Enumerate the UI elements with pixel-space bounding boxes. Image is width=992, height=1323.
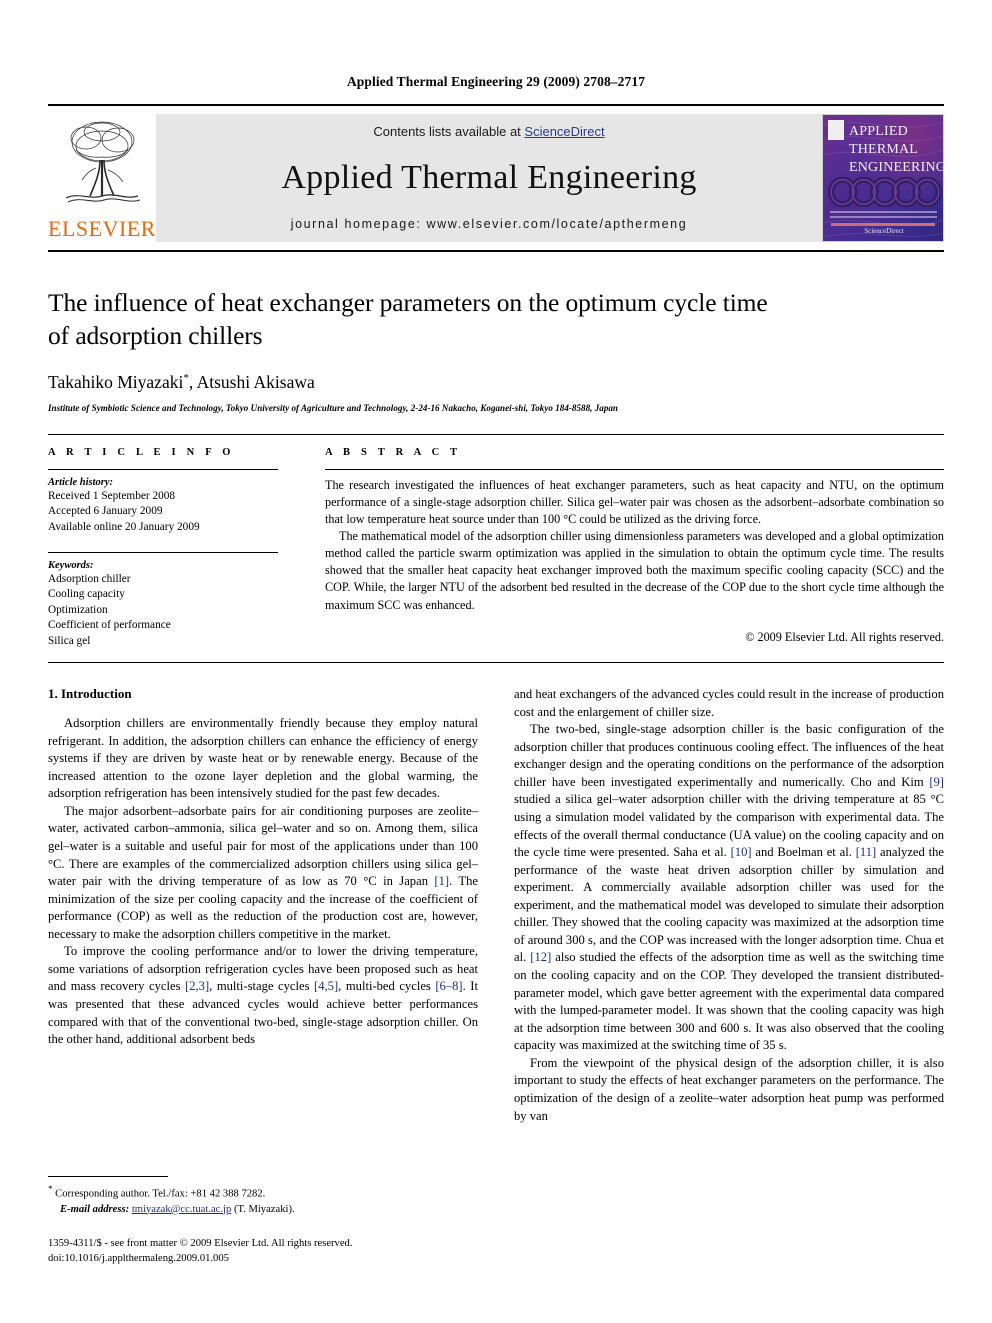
- footnote-email-link[interactable]: tmiyazak@cc.tuat.ac.jp: [132, 1204, 231, 1215]
- column-gap: [278, 447, 325, 649]
- journal-masthead: ELSEVIER Contents lists available at Sci…: [48, 104, 944, 244]
- paper-title-line1: The influence of heat exchanger paramete…: [48, 288, 768, 317]
- journal-cover-thumbnail: APPLIED THERMAL ENGINEERING ScienceDirec…: [822, 114, 944, 242]
- abstract-paragraph-1: The research investigated the influences…: [325, 478, 944, 527]
- article-info-heading: A R T I C L E I N F O: [48, 447, 235, 458]
- article-info-rule: [48, 469, 278, 470]
- citation-reference[interactable]: [2,3]: [185, 979, 209, 993]
- keyword-item: Silica gel: [48, 634, 91, 647]
- author-affiliation: Institute of Symbiotic Science and Techn…: [48, 403, 618, 414]
- cover-title-line3: ENGINEERING: [849, 159, 944, 175]
- body-paragraph: To improve the cooling performance and/o…: [48, 944, 478, 1047]
- citation-reference[interactable]: [4,5]: [314, 979, 338, 993]
- cover-title-text: APPLIED THERMAL ENGINEERING: [849, 123, 944, 177]
- page-title: The influence of heat exchanger paramete…: [48, 286, 878, 352]
- footnote-corresponding-text: Corresponding author. Tel./fax: +81 42 3…: [55, 1188, 266, 1200]
- footnote-rule: [48, 1176, 168, 1177]
- cover-elsevier-mark-icon: [828, 120, 844, 140]
- keyword-item: Coefficient of performance: [48, 619, 171, 632]
- cover-bottom-logo: ScienceDirect: [864, 227, 904, 235]
- body-paragraph: The major adsorbent–adsorbate pairs for …: [48, 803, 479, 941]
- title-block: The influence of heat exchanger paramete…: [48, 286, 878, 413]
- masthead-center: Contents lists available at ScienceDirec…: [156, 114, 822, 242]
- paper-title-line2: of adsorption chillers: [48, 321, 263, 351]
- elsevier-tree-icon: [65, 121, 141, 203]
- article-history-received: Received 1 September 2008: [48, 490, 176, 502]
- body-right-column: and heat exchangers of the advanced cycl…: [514, 686, 944, 1156]
- abstract-body: The research investigated the influences…: [325, 477, 944, 614]
- body-paragraph: The two-bed, single-stage adsorption chi…: [514, 722, 944, 1053]
- footnote-star-marker: *: [48, 1184, 53, 1194]
- citation-reference[interactable]: [12]: [530, 950, 551, 964]
- cover-accent-line: [831, 223, 935, 226]
- article-history-heading: Article history:: [48, 477, 114, 488]
- keywords-block: Keywords: Adsorption chiller Cooling cap…: [48, 552, 278, 649]
- body-paragraph: From the viewpoint of the physical desig…: [514, 1055, 944, 1123]
- imprint-issn-line: 1359-4311/$ - see front matter © 2009 El…: [48, 1238, 353, 1249]
- footnote-email-suffix: (T. Miyazaki).: [233, 1203, 295, 1215]
- abstract-bottom-rule: [48, 662, 944, 663]
- abstract-copyright: © 2009 Elsevier Ltd. All rights reserved…: [745, 629, 944, 644]
- abstract-heading: A B S T R A C T: [325, 447, 462, 458]
- body-left-column: 1. Introduction Adsorption chillers are …: [48, 686, 478, 1156]
- author-secondary: , Atsushi Akisawa: [188, 372, 315, 393]
- keywords-rule: [48, 552, 278, 554]
- article-history-online: Available online 20 January 2009: [48, 520, 200, 533]
- info-abstract-region: A R T I C L E I N F O Article history: R…: [48, 434, 944, 649]
- keyword-item: Adsorption chiller: [48, 573, 131, 586]
- footnote-block: * Corresponding author. Tel./fax: +81 42…: [48, 1176, 478, 1217]
- abstract-rule: [325, 469, 944, 470]
- author-primary: Takahiko Miyazaki: [48, 372, 184, 393]
- journal-homepage-line[interactable]: journal homepage: www.elsevier.com/locat…: [291, 217, 688, 231]
- masthead-bottom-rule: [48, 250, 944, 252]
- elsevier-logo: ELSEVIER: [48, 114, 156, 242]
- keyword-item: Optimization: [48, 603, 108, 616]
- imprint-block: 1359-4311/$ - see front matter © 2009 El…: [48, 1236, 548, 1266]
- abstract-column: A B S T R A C T The research investigate…: [325, 447, 944, 649]
- article-info-column: A R T I C L E I N F O Article history: R…: [48, 447, 278, 649]
- keyword-item: Cooling capacity: [48, 588, 125, 601]
- contents-prefix-text: Contents lists available at: [373, 124, 525, 139]
- citation-reference[interactable]: [1]: [434, 874, 449, 888]
- body-paragraph: and heat exchangers of the advanced cycl…: [514, 687, 944, 719]
- footnote-email-line: E-mail address: tmiyazak@cc.tuat.ac.jp (…: [48, 1202, 478, 1217]
- keywords-heading: Keywords:: [48, 560, 94, 572]
- article-history-accepted: Accepted 6 January 2009: [48, 505, 163, 518]
- body-paragraph: Adsorption chillers are environmentally …: [48, 716, 478, 801]
- cover-title-line1: APPLIED: [849, 124, 908, 139]
- abstract-paragraph-2: The mathematical model of the adsorption…: [325, 529, 944, 612]
- running-head: Applied Thermal Engineering 29 (2009) 27…: [346, 74, 646, 89]
- body-columns: 1. Introduction Adsorption chillers are …: [48, 686, 944, 1156]
- sciencedirect-link[interactable]: ScienceDirect: [524, 124, 604, 139]
- footnote-email-label: E-mail address:: [60, 1203, 130, 1215]
- citation-reference[interactable]: [10]: [731, 845, 752, 859]
- body-column-gap: [478, 686, 514, 1156]
- journal-title: Applied Thermal Engineering: [281, 159, 697, 197]
- cover-rings-decoration: [827, 177, 942, 207]
- elsevier-wordmark: ELSEVIER: [48, 216, 156, 241]
- imprint-doi-line: doi:10.1016/j.applthermaleng.2009.01.005: [48, 1253, 229, 1265]
- cover-title-line2: THERMAL: [849, 141, 919, 157]
- citation-reference[interactable]: [9]: [929, 775, 944, 789]
- section-heading-introduction: 1. Introduction: [48, 686, 132, 701]
- cover-subtitle-lines: [830, 211, 937, 221]
- citation-reference[interactable]: [6–8]: [435, 979, 462, 993]
- author-list: Takahiko Miyazaki*, Atsushi Akisawa: [48, 372, 878, 393]
- contents-available-line: Contents lists available at ScienceDirec…: [373, 124, 604, 139]
- footnote-corresponding-author: * Corresponding author. Tel./fax: +81 42…: [48, 1183, 478, 1202]
- paper-page: Applied Thermal Engineering 29 (2009) 27…: [0, 0, 992, 1323]
- citation-reference[interactable]: [11]: [856, 845, 877, 859]
